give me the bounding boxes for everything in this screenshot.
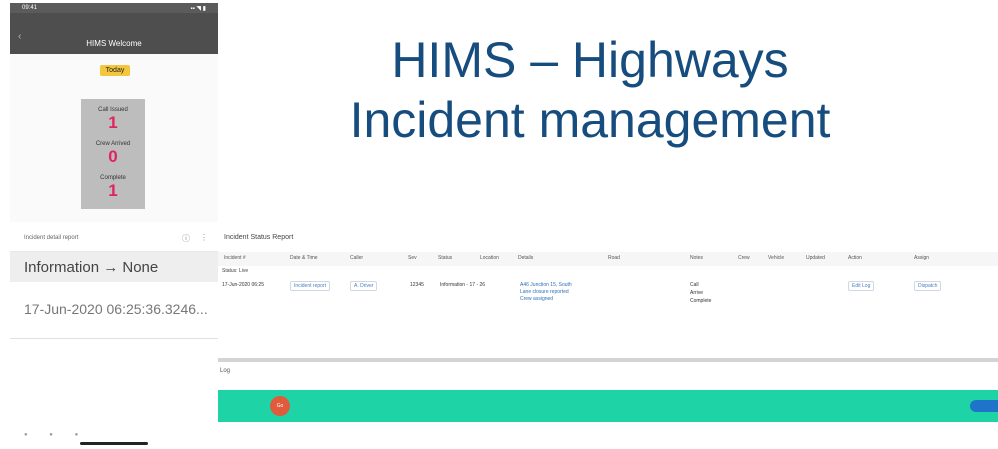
web-header: Incident Status Report xyxy=(218,218,998,253)
slide-title: HIMS – Highways Incident management xyxy=(240,30,940,150)
web-dashboard: Incident Status Report Incident # Date &… xyxy=(218,218,998,449)
column-header[interactable]: Crew xyxy=(738,255,750,261)
timestamp-text: 17-Jun-2020 06:25:36.3246... xyxy=(24,301,208,317)
column-header[interactable]: Updated xyxy=(806,255,825,261)
more-icon[interactable]: ⋮ xyxy=(200,233,208,242)
bottom-nav-icons[interactable]: ● ● ● xyxy=(24,432,88,438)
cell-status: Information - 17 - 26 xyxy=(440,282,486,288)
status-bar: 09:41 ▪▪ ◥ ▮ xyxy=(10,3,218,13)
detail-header: Incident detail report ⓘ ⋮ xyxy=(10,225,218,252)
today-badge[interactable]: Today xyxy=(100,65,130,76)
mobile-app-detail-screen: Incident detail report ⓘ ⋮ Information →… xyxy=(10,225,219,449)
column-header[interactable]: Sev xyxy=(408,255,417,261)
submit-button[interactable] xyxy=(970,400,998,412)
action-bar xyxy=(218,390,998,422)
column-header[interactable]: Vehicle xyxy=(768,255,784,261)
log-section: Log xyxy=(218,365,998,381)
home-indicator[interactable] xyxy=(80,442,148,445)
web-page-title: Incident Status Report xyxy=(224,234,294,241)
cell-id: 12345 xyxy=(410,282,424,288)
cell-location-note[interactable]: Crew assigned xyxy=(520,296,553,302)
dispatch-button[interactable]: Dispatch xyxy=(914,281,942,291)
bottom-bar: ● ● ● xyxy=(10,430,218,449)
stats-card: Call Issued 1 Crew Arrived 0 Complete 1 xyxy=(81,99,145,209)
column-header[interactable]: Road xyxy=(608,255,620,261)
column-header[interactable]: Date & Time xyxy=(290,255,318,261)
cell-location-detail[interactable]: Lane closure reported xyxy=(520,289,569,295)
nav-title: HIMS Welcome xyxy=(86,39,142,48)
log-label: Log xyxy=(220,368,231,374)
title-line-2: Incident management xyxy=(349,92,831,148)
column-header[interactable]: Assign xyxy=(914,255,929,261)
cell-caller-button[interactable]: Incident report xyxy=(290,281,330,291)
horizontal-scrollbar[interactable] xyxy=(218,358,998,362)
nav-bar: ‹ HIMS Welcome xyxy=(10,13,218,54)
cell-location-link[interactable]: A46 Junction 15, South xyxy=(520,282,572,288)
table-header: Incident # Date & Time Caller Sev Status… xyxy=(218,252,998,266)
column-header[interactable]: Notes xyxy=(690,255,703,261)
column-header[interactable]: Status xyxy=(438,255,452,261)
detail-header-label: Incident detail report xyxy=(24,235,79,241)
cell-crew-2: Arrive xyxy=(690,290,704,296)
edit-log-button[interactable]: Edit Log xyxy=(848,281,875,291)
group-label: Status: Live xyxy=(222,268,249,274)
cell-datetime: 17-Jun-2020 06:25 xyxy=(222,282,264,288)
list-item[interactable]: 17-Jun-2020 06:25:36.3246... xyxy=(10,282,218,339)
stat-value-call-issued: 1 xyxy=(108,113,118,132)
stat-value-complete: 1 xyxy=(108,181,118,200)
title-line-1: HIMS – Highways xyxy=(391,32,789,88)
status-time: 09:41 xyxy=(22,5,38,11)
column-header[interactable]: Incident # xyxy=(224,255,246,261)
column-header[interactable]: Location xyxy=(480,255,499,261)
status-icons: ▪▪ ◥ ▮ xyxy=(190,6,206,12)
cell-crew-3: Complete xyxy=(690,298,712,304)
cell-reporter-button[interactable]: A. Driver xyxy=(350,281,378,291)
column-header[interactable]: Caller xyxy=(350,255,363,261)
go-button[interactable]: Go xyxy=(270,396,290,416)
table-row[interactable]: 17-Jun-2020 06:25 Incident report A. Dri… xyxy=(218,278,998,324)
mobile-app-welcome-screen: 09:41 ▪▪ ◥ ▮ ‹ HIMS Welcome Today Call I… xyxy=(10,3,218,222)
information-text: Information → None xyxy=(24,259,159,276)
information-row[interactable]: Information → None xyxy=(10,252,218,282)
column-header[interactable]: Details xyxy=(518,255,533,261)
column-header[interactable]: Action xyxy=(848,255,862,261)
stat-value-crew-arrived: 0 xyxy=(108,147,118,166)
cell-crew-1: Call xyxy=(690,282,699,288)
group-label-row: Status: Live xyxy=(218,266,998,278)
info-icon[interactable]: ⓘ xyxy=(182,233,190,244)
